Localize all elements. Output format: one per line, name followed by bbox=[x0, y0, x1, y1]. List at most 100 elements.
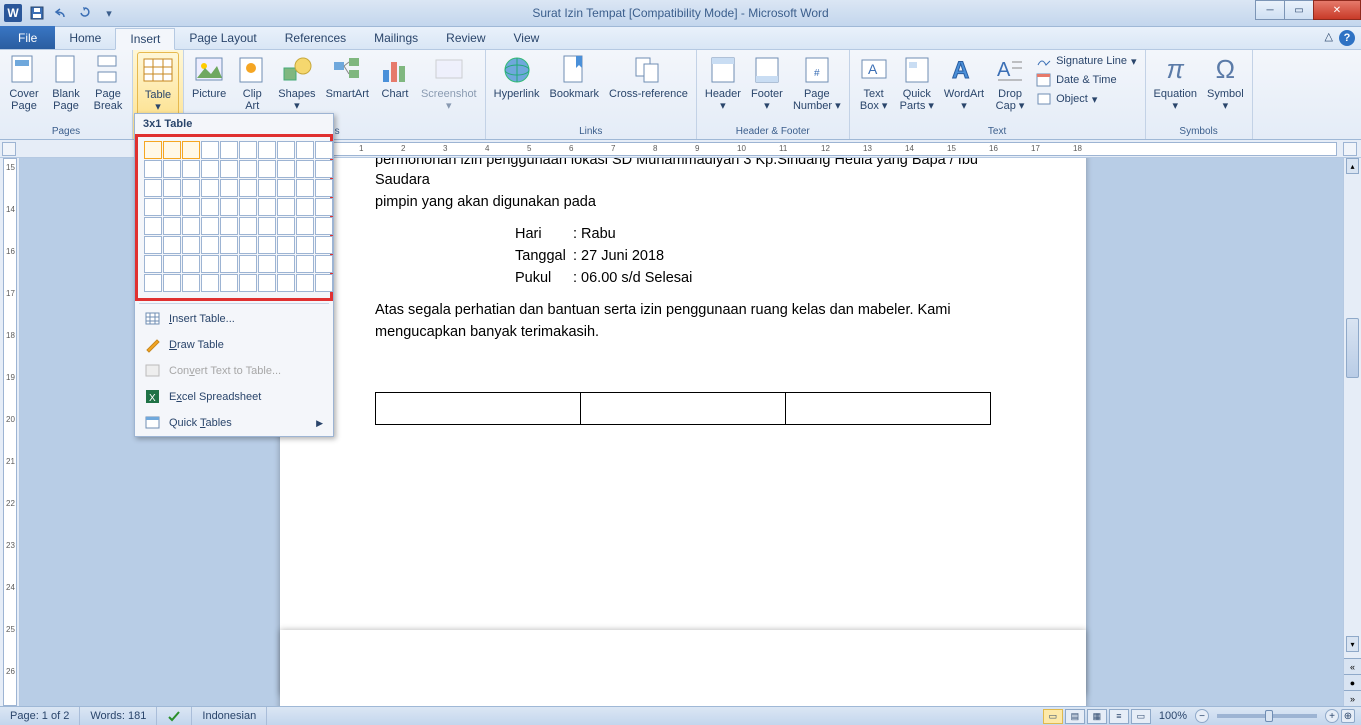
grid-cell[interactable] bbox=[258, 179, 276, 197]
grid-cell[interactable] bbox=[201, 179, 219, 197]
grid-cell[interactable] bbox=[201, 160, 219, 178]
grid-cell[interactable] bbox=[296, 160, 314, 178]
ruler-toggle[interactable] bbox=[1343, 142, 1357, 156]
grid-cell[interactable] bbox=[239, 160, 257, 178]
grid-cell[interactable] bbox=[315, 236, 333, 254]
grid-cell[interactable] bbox=[182, 179, 200, 197]
grid-cell[interactable] bbox=[220, 274, 238, 292]
close-button[interactable]: ✕ bbox=[1313, 0, 1361, 20]
grid-cell[interactable] bbox=[220, 160, 238, 178]
grid-cell[interactable] bbox=[315, 274, 333, 292]
undo-button[interactable] bbox=[50, 3, 72, 23]
qat-customize[interactable]: ▾ bbox=[98, 3, 120, 23]
grid-cell[interactable] bbox=[296, 255, 314, 273]
wordart-button[interactable]: AWordArt▾ bbox=[940, 52, 988, 124]
draw-table-item[interactable]: Draw Table bbox=[135, 332, 333, 358]
pagenumber-button[interactable]: #Page Number ▾ bbox=[789, 52, 845, 124]
textbox-button[interactable]: AText Box ▾ bbox=[854, 52, 894, 124]
grid-cell[interactable] bbox=[315, 179, 333, 197]
grid-cell[interactable] bbox=[220, 217, 238, 235]
chart-button[interactable]: Chart bbox=[375, 52, 415, 124]
header-button[interactable]: Header▾ bbox=[701, 52, 745, 124]
grid-cell[interactable] bbox=[239, 179, 257, 197]
grid-cell[interactable] bbox=[163, 217, 181, 235]
grid-cell[interactable] bbox=[239, 217, 257, 235]
bookmark-button[interactable]: Bookmark bbox=[545, 52, 603, 124]
zoom-out-button[interactable]: − bbox=[1195, 709, 1209, 723]
grid-cell[interactable] bbox=[163, 198, 181, 216]
grid-cell[interactable] bbox=[220, 236, 238, 254]
grid-cell[interactable] bbox=[239, 198, 257, 216]
zoom-slider-thumb[interactable] bbox=[1265, 710, 1273, 722]
object-button[interactable]: Object ▾ bbox=[1032, 90, 1140, 108]
grid-cell[interactable] bbox=[239, 236, 257, 254]
references-tab[interactable]: References bbox=[271, 27, 360, 49]
quick-tables-item[interactable]: Quick Tables▶ bbox=[135, 410, 333, 436]
grid-cell[interactable] bbox=[296, 274, 314, 292]
grid-cell[interactable] bbox=[239, 141, 257, 159]
grid-cell[interactable] bbox=[163, 141, 181, 159]
cover-page-button[interactable]: Cover Page bbox=[4, 52, 44, 124]
outline-view[interactable]: ≡ bbox=[1109, 709, 1129, 724]
mailings-tab[interactable]: Mailings bbox=[360, 27, 432, 49]
document-page-2[interactable] bbox=[280, 630, 1086, 706]
draft-view[interactable]: ▭ bbox=[1131, 709, 1151, 724]
grid-cell[interactable] bbox=[315, 160, 333, 178]
minimize-button[interactable]: ─ bbox=[1255, 0, 1285, 20]
language-status[interactable]: Indonesian bbox=[192, 707, 267, 725]
minimize-ribbon-icon[interactable]: △ bbox=[1325, 30, 1333, 43]
quickparts-button[interactable]: Quick Parts ▾ bbox=[896, 52, 938, 124]
grid-cell[interactable] bbox=[220, 179, 238, 197]
zoom-slider[interactable] bbox=[1217, 714, 1317, 718]
table-size-grid[interactable] bbox=[144, 141, 324, 292]
grid-cell[interactable] bbox=[163, 255, 181, 273]
grid-cell[interactable] bbox=[277, 274, 295, 292]
grid-cell[interactable] bbox=[277, 141, 295, 159]
grid-cell[interactable] bbox=[258, 141, 276, 159]
insert-tab[interactable]: Insert bbox=[115, 28, 175, 50]
web-layout-view[interactable]: ▦ bbox=[1087, 709, 1107, 724]
grid-cell[interactable] bbox=[144, 236, 162, 254]
symbol-button[interactable]: ΩSymbol▾ bbox=[1203, 52, 1248, 124]
word-count[interactable]: Words: 181 bbox=[80, 707, 157, 725]
grid-cell[interactable] bbox=[201, 217, 219, 235]
home-tab[interactable]: Home bbox=[55, 27, 115, 49]
next-page-icon[interactable]: » bbox=[1344, 690, 1361, 706]
grid-cell[interactable] bbox=[201, 274, 219, 292]
grid-cell[interactable] bbox=[277, 236, 295, 254]
grid-cell[interactable] bbox=[277, 255, 295, 273]
grid-cell[interactable] bbox=[315, 141, 333, 159]
grid-cell[interactable] bbox=[182, 274, 200, 292]
hyperlink-button[interactable]: Hyperlink bbox=[490, 52, 544, 124]
grid-cell[interactable] bbox=[239, 274, 257, 292]
grid-cell[interactable] bbox=[296, 198, 314, 216]
grid-cell[interactable] bbox=[182, 217, 200, 235]
grid-cell[interactable] bbox=[182, 160, 200, 178]
grid-cell[interactable] bbox=[163, 274, 181, 292]
grid-cell[interactable] bbox=[201, 255, 219, 273]
grid-cell[interactable] bbox=[144, 255, 162, 273]
grid-cell[interactable] bbox=[144, 217, 162, 235]
grid-cell[interactable] bbox=[277, 179, 295, 197]
vertical-scrollbar[interactable]: ▴ ▾ « ● » bbox=[1343, 158, 1361, 706]
page-status[interactable]: Page: 1 of 2 bbox=[0, 707, 80, 725]
grid-cell[interactable] bbox=[258, 255, 276, 273]
grid-cell[interactable] bbox=[144, 179, 162, 197]
prev-page-icon[interactable]: « bbox=[1344, 658, 1361, 674]
grid-cell[interactable] bbox=[201, 141, 219, 159]
grid-cell[interactable] bbox=[182, 255, 200, 273]
grid-cell[interactable] bbox=[296, 236, 314, 254]
scroll-down-icon[interactable]: ▾ bbox=[1346, 636, 1359, 652]
grid-cell[interactable] bbox=[163, 236, 181, 254]
grid-cell[interactable] bbox=[296, 141, 314, 159]
date-time-button[interactable]: Date & Time bbox=[1032, 71, 1140, 89]
grid-cell[interactable] bbox=[258, 236, 276, 254]
signature-line-button[interactable]: Signature Line ▾ bbox=[1032, 52, 1140, 70]
grid-cell[interactable] bbox=[201, 236, 219, 254]
grid-cell[interactable] bbox=[296, 217, 314, 235]
grid-cell[interactable] bbox=[182, 236, 200, 254]
scroll-thumb[interactable] bbox=[1346, 318, 1359, 378]
zoom-level[interactable]: 100% bbox=[1159, 710, 1187, 722]
grid-cell[interactable] bbox=[220, 141, 238, 159]
equation-button[interactable]: πEquation▾ bbox=[1150, 52, 1201, 124]
